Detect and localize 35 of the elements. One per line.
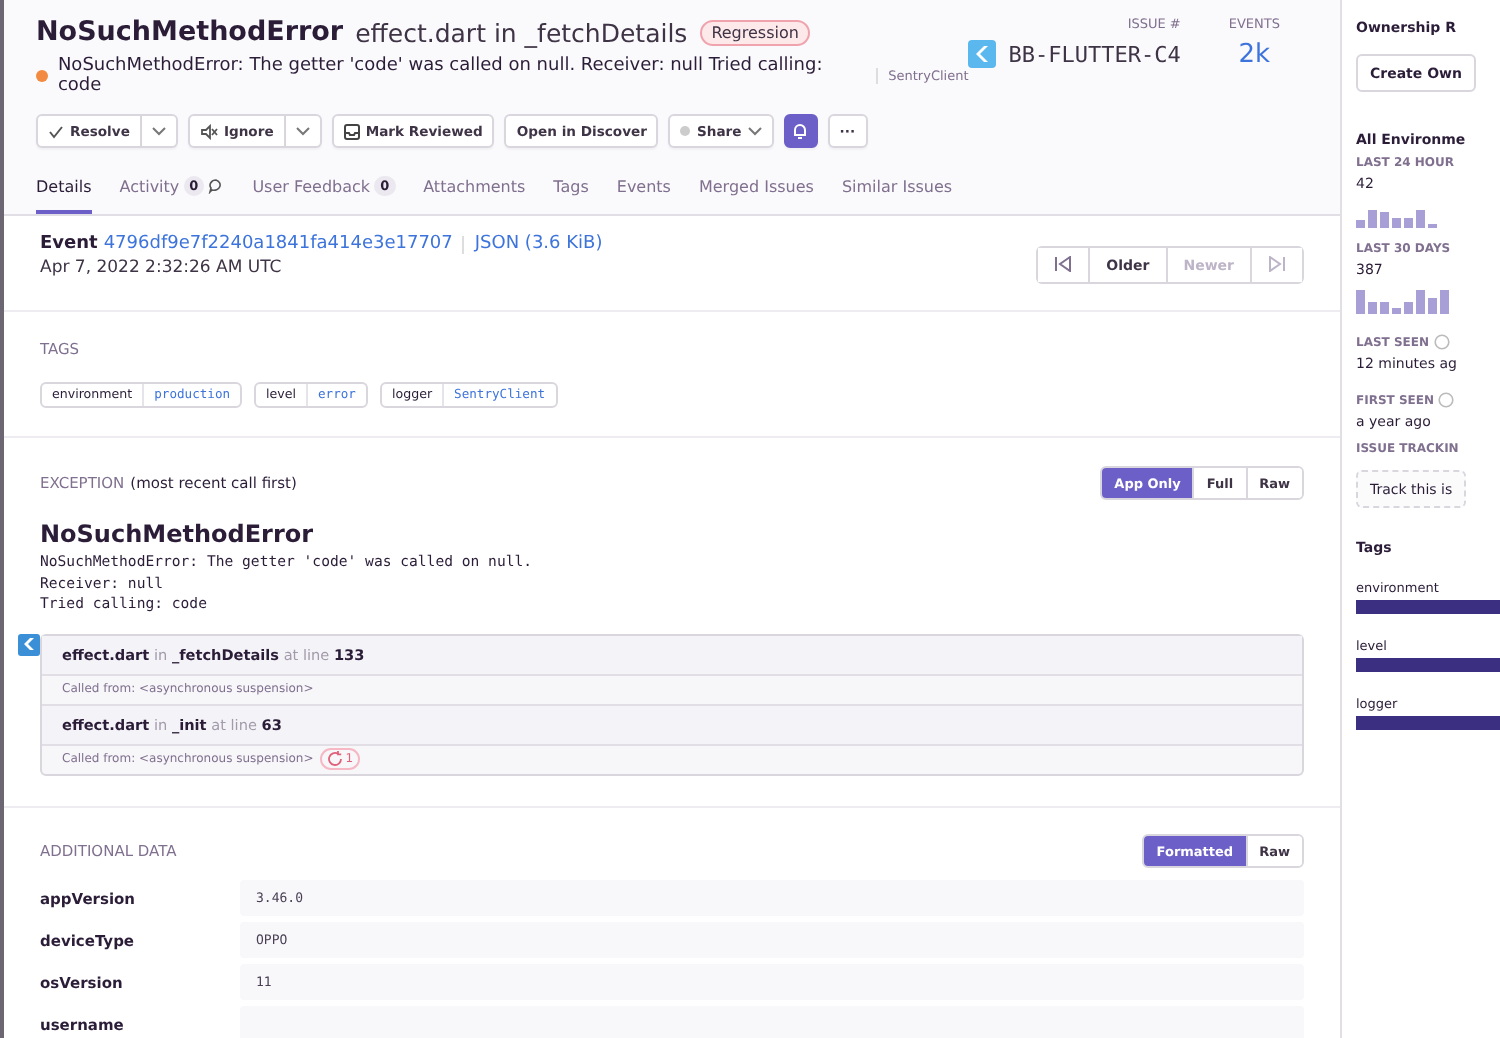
caret-icon — [747, 126, 762, 136]
caret-icon — [295, 126, 310, 136]
issue-id: BB-FLUTTER-C4 — [1008, 41, 1181, 67]
inbox-icon — [343, 123, 360, 139]
error-message: NoSuchMethodError: The getter 'code' was called on null. Receiver: null Tried calling: code — [57, 56, 825, 96]
subscribe-button[interactable] — [783, 114, 818, 148]
check-icon — [48, 123, 64, 139]
mute-icon — [199, 123, 218, 139]
skip-back-icon — [1054, 255, 1073, 271]
help-icon — [1433, 334, 1450, 350]
tab[interactable]: Details — [36, 168, 92, 214]
dropdown-button[interactable] — [285, 114, 322, 148]
tab[interactable]: Similar Issues — [841, 168, 953, 214]
regression-badge: Regression — [699, 19, 811, 45]
tab[interactable]: Events — [616, 168, 671, 214]
event-date: Apr 7, 2022 2:32:26 AM UTC — [40, 258, 284, 278]
caret-icon — [151, 126, 166, 136]
bell-icon — [792, 122, 809, 140]
exception-type: NoSuchMethodError — [40, 520, 316, 548]
error-level-icon — [36, 70, 48, 82]
tab[interactable]: Attachments — [423, 168, 526, 214]
event-label: Event — [40, 234, 98, 254]
comment-icon — [208, 178, 225, 194]
issue-title: NoSuchMethodError — [36, 16, 344, 48]
dropdown-button[interactable] — [141, 114, 178, 148]
skip-forward-icon — [1268, 255, 1286, 271]
tab[interactable]: Tags — [553, 168, 589, 214]
issue-culprit: effect.dart in _fetchDetails — [355, 17, 688, 47]
json-link[interactable]: JSON (3.6 KiB) — [474, 234, 603, 254]
help-icon — [1438, 392, 1454, 408]
events-count: 2k — [1238, 40, 1271, 70]
platform-icon — [968, 40, 997, 68]
tab[interactable]: Merged Issues — [698, 168, 814, 214]
event-id-link[interactable]: 4796df9e7f2240a1841fa414e3e17707 — [103, 234, 453, 254]
status-dot-icon — [680, 126, 691, 136]
